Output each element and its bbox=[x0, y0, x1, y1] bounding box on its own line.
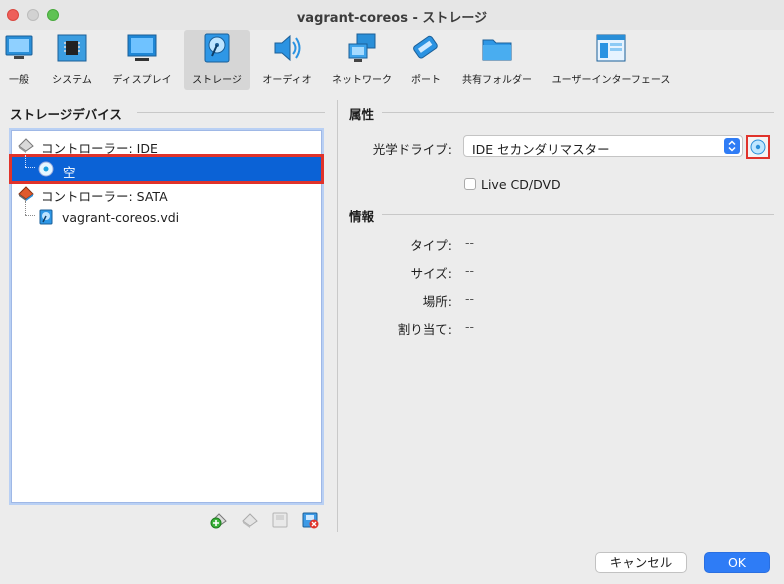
monitor-icon bbox=[5, 35, 33, 59]
choose-disk-button[interactable] bbox=[746, 135, 770, 159]
optical-drive-label: 光学ドライブ: bbox=[372, 142, 452, 157]
info-value-location: -- bbox=[465, 291, 475, 306]
tab-label: システム bbox=[52, 75, 92, 86]
tab-system[interactable]: システム bbox=[44, 30, 100, 90]
tab-user-interface[interactable]: ユーザーインターフェース bbox=[548, 30, 674, 90]
tree-row-sata-controller[interactable]: コントローラー: SATA bbox=[12, 181, 321, 205]
ui-window-icon bbox=[596, 34, 626, 62]
storage-disk-icon bbox=[204, 33, 230, 63]
heading-rule bbox=[382, 112, 774, 113]
info-value-size: -- bbox=[465, 263, 475, 278]
tree-label: 空 bbox=[63, 165, 76, 180]
chip-icon bbox=[57, 34, 87, 62]
storage-devices-heading: ストレージデバイス bbox=[10, 107, 122, 122]
attributes-heading: 属性 bbox=[349, 107, 375, 122]
ok-button[interactable]: OK bbox=[704, 552, 770, 573]
heading-rule bbox=[382, 214, 774, 215]
info-label-location: 場所: bbox=[422, 294, 452, 309]
tab-general[interactable]: 一般 bbox=[0, 30, 38, 90]
tab-label: 共有フォルダー bbox=[462, 75, 532, 86]
ide-controller-icon bbox=[18, 138, 34, 153]
info-label-attached: 割り当て: bbox=[397, 322, 452, 337]
live-cd-checkbox[interactable] bbox=[464, 178, 476, 190]
chevron-updown-icon bbox=[724, 138, 740, 154]
tab-audio[interactable]: オーディオ bbox=[256, 30, 318, 90]
optical-drive-select[interactable]: IDE セカンダリマスター bbox=[463, 135, 743, 157]
tab-label: ネットワーク bbox=[332, 75, 392, 86]
display-icon bbox=[127, 34, 157, 61]
tree-row-vdi[interactable]: vagrant-coreos.vdi bbox=[12, 201, 321, 229]
tab-display[interactable]: ディスプレイ bbox=[106, 30, 178, 90]
tree-label: コントローラー: IDE bbox=[41, 141, 158, 156]
add-controller-icon[interactable] bbox=[210, 511, 228, 529]
cancel-button[interactable]: キャンセル bbox=[595, 552, 687, 573]
remove-attachment-icon[interactable] bbox=[301, 511, 319, 529]
title-bar: vagrant-coreos - ストレージ bbox=[0, 0, 784, 30]
tree-label: コントローラー: SATA bbox=[41, 189, 168, 204]
tree-connector bbox=[25, 201, 26, 215]
info-label-type: タイプ: bbox=[410, 238, 452, 253]
tab-label: 一般 bbox=[9, 75, 29, 86]
add-attachment-icon[interactable] bbox=[271, 511, 289, 529]
tree-row-empty-drive[interactable]: 空 bbox=[9, 154, 324, 184]
tab-label: ストレージ bbox=[192, 75, 242, 86]
tab-label: ポート bbox=[411, 75, 441, 86]
tree-label: vagrant-coreos.vdi bbox=[62, 210, 180, 225]
port-icon bbox=[413, 35, 438, 59]
pane-divider bbox=[337, 100, 338, 532]
settings-toolbar: 一般 システム ディスプレイ ストレージ オーディオ ネットワーク ポート 共有… bbox=[0, 30, 784, 90]
info-label-size: サイズ: bbox=[410, 266, 452, 281]
remove-controller-icon[interactable] bbox=[241, 511, 259, 529]
tab-label: ユーザーインターフェース bbox=[551, 75, 671, 86]
tab-network[interactable]: ネットワーク bbox=[326, 30, 398, 90]
optical-disc-icon bbox=[38, 161, 54, 177]
tab-ports[interactable]: ポート bbox=[404, 30, 448, 90]
tree-connector bbox=[25, 155, 26, 167]
tab-label: ディスプレイ bbox=[112, 75, 172, 86]
folder-icon bbox=[482, 39, 512, 61]
optical-disc-icon bbox=[750, 139, 766, 155]
network-icon bbox=[348, 33, 376, 62]
live-cd-label: Live CD/DVD bbox=[481, 177, 561, 192]
tab-shared-folders[interactable]: 共有フォルダー bbox=[456, 30, 538, 90]
info-heading: 情報 bbox=[349, 209, 375, 224]
tab-storage[interactable]: ストレージ bbox=[184, 30, 250, 90]
info-value-type: -- bbox=[465, 235, 475, 250]
sata-controller-icon bbox=[18, 186, 34, 201]
tree-connector bbox=[25, 167, 35, 168]
speaker-icon bbox=[274, 34, 301, 62]
window-title: vagrant-coreos - ストレージ bbox=[296, 11, 488, 26]
heading-rule bbox=[137, 112, 325, 113]
tab-label: オーディオ bbox=[262, 75, 312, 86]
optical-drive-value: IDE セカンダリマスター bbox=[472, 142, 610, 157]
storage-tree[interactable]: コントローラー: IDE 空 コントローラー: SATA vagrant-cor… bbox=[9, 130, 324, 503]
info-value-attached: -- bbox=[465, 319, 475, 334]
hard-disk-icon bbox=[39, 209, 53, 225]
tree-row-ide-controller[interactable]: コントローラー: IDE bbox=[12, 133, 321, 157]
tree-connector bbox=[25, 215, 35, 216]
